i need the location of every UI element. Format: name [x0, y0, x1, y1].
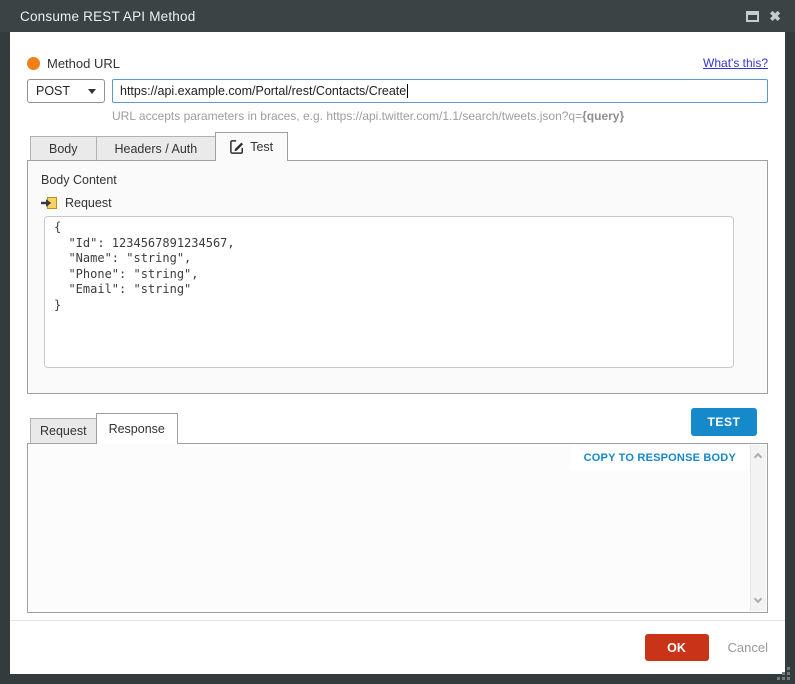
test-tab-panel: Body Content Request { "Id": 12345678912… — [27, 160, 768, 394]
request-param-label: Request — [65, 196, 112, 210]
url-hint: URL accepts parameters in braces, e.g. h… — [112, 109, 768, 123]
request-body-text: { "Id": 1234567891234567, "Name": "strin… — [54, 220, 235, 312]
tab-test-label: Test — [250, 140, 274, 154]
dialog-title: Consume REST API Method — [20, 8, 196, 24]
tab-test[interactable]: Test — [215, 132, 289, 161]
url-hint-bold: {query} — [582, 109, 625, 123]
cancel-button[interactable]: Cancel — [728, 640, 768, 655]
resize-grip[interactable] — [777, 667, 790, 680]
method-url-row: Method URL What's this? — [27, 54, 768, 72]
method-url-label: Method URL — [47, 55, 120, 71]
main-tabbar: Body Headers / Auth Test — [27, 132, 768, 161]
scroll-down-icon[interactable] — [753, 594, 763, 604]
ok-button[interactable]: OK — [644, 634, 709, 661]
tab-response[interactable]: Response — [95, 413, 178, 444]
tab-request-label: Request — [40, 424, 87, 438]
tab-body[interactable]: Body — [30, 136, 97, 161]
http-method-select[interactable]: POST — [27, 79, 105, 103]
close-icon[interactable]: ✖ — [769, 9, 781, 23]
maximize-icon[interactable] — [746, 10, 760, 22]
tab-headers-auth[interactable]: Headers / Auth — [95, 136, 217, 161]
url-row: POST https://api.example.com/Portal/rest… — [27, 79, 768, 103]
chevron-down-icon — [88, 88, 96, 94]
url-input[interactable]: https://api.example.com/Portal/rest/Cont… — [112, 79, 768, 103]
tab-headers-auth-label: Headers / Auth — [114, 141, 198, 156]
tab-response-label: Response — [108, 422, 165, 436]
url-value: https://api.example.com/Portal/rest/Cont… — [120, 84, 407, 98]
request-body-editor[interactable]: { "Id": 1234567891234567, "Name": "strin… — [44, 216, 734, 368]
response-scrollbar[interactable] — [750, 445, 766, 611]
footer-divider — [10, 620, 785, 621]
text-cursor — [407, 84, 409, 98]
tab-body-label: Body — [49, 141, 78, 156]
method-param-icon — [27, 56, 40, 70]
request-param-row: Request — [41, 196, 753, 210]
test-button[interactable]: TEST — [691, 408, 757, 436]
footer: OK Cancel — [27, 634, 768, 661]
response-panel: COPY TO RESPONSE BODY — [27, 443, 768, 613]
dialog-body: Method URL What's this? POST https://api… — [10, 32, 785, 674]
copy-to-response-body-button[interactable]: COPY TO RESPONSE BODY — [570, 445, 749, 471]
input-parameter-icon — [41, 196, 58, 210]
result-header: Request Response TEST — [27, 406, 768, 444]
tab-request[interactable]: Request — [30, 418, 97, 444]
edit-icon — [230, 140, 244, 154]
whats-this-link[interactable]: What's this? — [703, 56, 768, 70]
http-method-value: POST — [36, 84, 71, 98]
url-hint-text: URL accepts parameters in braces, e.g. h… — [112, 109, 583, 123]
scroll-up-icon[interactable] — [753, 452, 763, 462]
body-content-label: Body Content — [41, 173, 117, 187]
dialog-titlebar: Consume REST API Method ✖ — [0, 0, 795, 32]
